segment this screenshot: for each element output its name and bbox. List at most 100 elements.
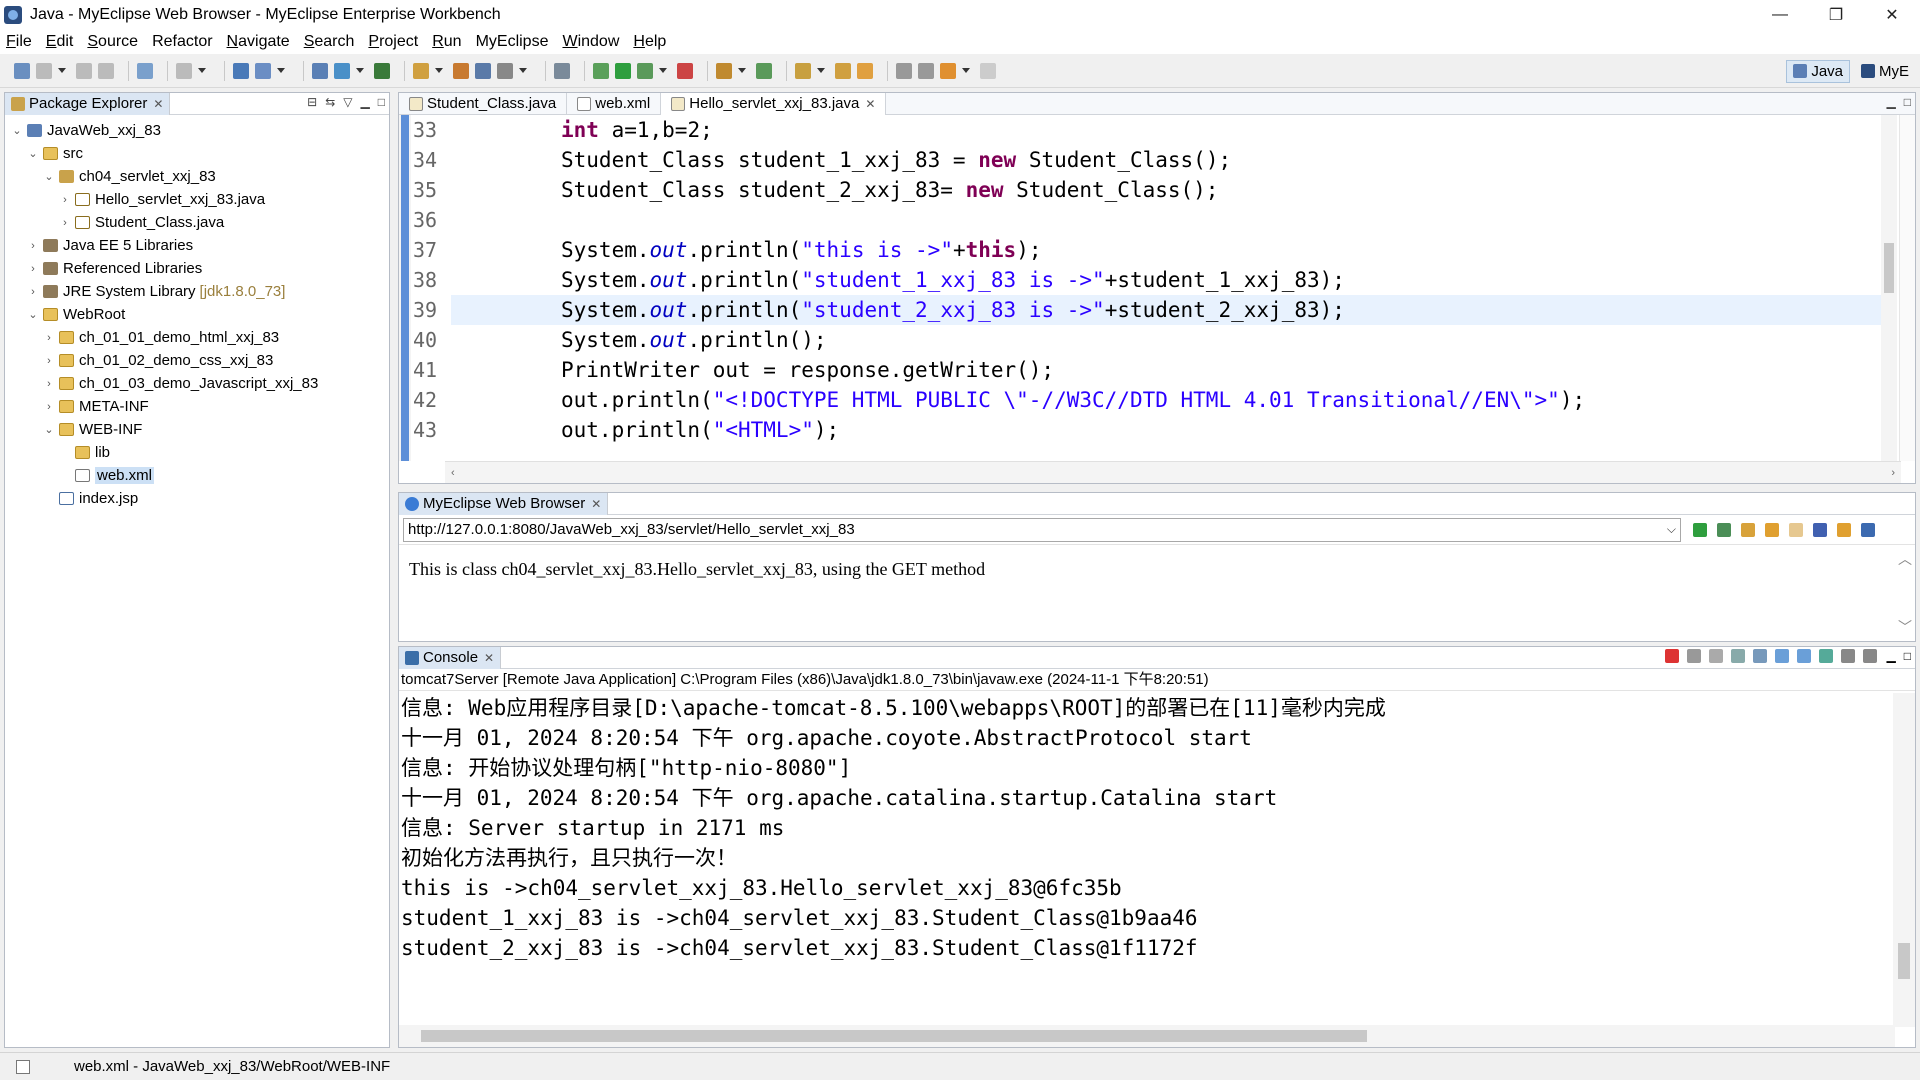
menu-source[interactable]: Source <box>87 33 138 51</box>
console-hscroll-thumb[interactable] <box>421 1030 1367 1042</box>
collapsed-chevron-icon[interactable]: › <box>59 194 71 206</box>
toolbar-tool-37-icon[interactable] <box>940 62 956 79</box>
tree-item[interactable]: ⌄ JavaWeb_xxj_83 <box>5 119 389 142</box>
menu-project[interactable]: Project <box>368 33 418 51</box>
console-tab[interactable]: Console ✕ <box>399 646 502 669</box>
editor-horizontal-scrollbar[interactable]: ‹ › <box>445 461 1901 483</box>
minimize-console-icon[interactable]: ▁ <box>1887 649 1896 663</box>
toolbar-tool-2-icon[interactable] <box>76 62 92 79</box>
view-menu-icon[interactable]: ▽ <box>343 95 352 109</box>
maximize-editor-icon[interactable]: □ <box>1904 95 1911 109</box>
tree-item[interactable]: › Referenced Libraries <box>5 257 389 280</box>
toolbar-tool-24-icon[interactable] <box>615 62 631 79</box>
menu-refactor[interactable]: Refactor <box>152 33 212 51</box>
terminate-icon[interactable] <box>1664 649 1679 663</box>
show-stderr-icon[interactable] <box>1796 649 1811 663</box>
code-line[interactable]: out.println("<!DOCTYPE HTML PUBLIC \"-//… <box>451 385 1891 415</box>
minimize-button[interactable]: — <box>1752 0 1808 30</box>
back-icon[interactable] <box>1765 522 1779 537</box>
tree-item[interactable]: › ch_01_02_demo_css_xxj_83 <box>5 349 389 372</box>
toolbar-tool-25-icon[interactable] <box>637 62 653 79</box>
toolbar-tool-19-icon[interactable] <box>497 62 513 79</box>
collapsed-chevron-icon[interactable]: › <box>59 217 71 229</box>
toolbar-tool-9-icon[interactable] <box>233 62 249 79</box>
toolbar-tool-5-icon[interactable] <box>137 62 153 79</box>
code-line[interactable] <box>451 205 1891 235</box>
tree-item[interactable]: › META-INF <box>5 395 389 418</box>
tree-item[interactable]: › ch_01_01_demo_html_xxj_83 <box>5 326 389 349</box>
favorites-icon[interactable] <box>1741 522 1755 537</box>
menu-edit[interactable]: Edit <box>46 33 74 51</box>
console-vertical-scrollbar[interactable] <box>1893 693 1915 1027</box>
toolbar-tool-29-icon[interactable] <box>756 62 772 79</box>
toolbar-tool-17-icon[interactable] <box>453 62 469 79</box>
tree-item[interactable]: lib <box>5 441 389 464</box>
console-horizontal-scrollbar[interactable] <box>399 1025 1895 1047</box>
expanded-chevron-icon[interactable]: ⌄ <box>11 124 23 137</box>
chevron-down-icon[interactable]: ⌵ <box>1667 522 1676 537</box>
tree-item[interactable]: web.xml <box>5 464 389 487</box>
maximize-console-icon[interactable]: □ <box>1904 649 1911 663</box>
toolbar-tool-13-icon[interactable] <box>334 62 350 79</box>
toolbar-tool-32-icon[interactable] <box>835 62 851 79</box>
dropdown-arrow-icon[interactable] <box>962 68 970 73</box>
remove-all-icon[interactable] <box>1708 649 1723 663</box>
tree-item[interactable]: ⌄ src <box>5 142 389 165</box>
link-editor-icon[interactable]: ⇆ <box>325 95 335 109</box>
open-console-icon[interactable] <box>1862 649 1877 663</box>
dropdown-arrow-icon[interactable] <box>198 68 206 73</box>
menu-help[interactable]: Help <box>633 33 666 51</box>
tree-item[interactable]: › ch_01_03_demo_Javascript_xxj_83 <box>5 372 389 395</box>
toolbar-tool-26-icon[interactable] <box>677 62 693 79</box>
browser-vertical-scrollbar[interactable]: ︿ ﹀ <box>1895 545 1915 641</box>
code-line[interactable]: Student_Class student_1_xxj_83 = new Stu… <box>451 145 1891 175</box>
expanded-chevron-icon[interactable]: ⌄ <box>27 147 39 160</box>
tree-item[interactable]: › Student_Class.java <box>5 211 389 234</box>
show-stdout-icon[interactable] <box>1774 649 1789 663</box>
close-window-button[interactable]: ✕ <box>1864 0 1920 30</box>
toolbar-tool-36-icon[interactable] <box>918 62 934 79</box>
code-line[interactable]: System.out.println("student_1_xxj_83 is … <box>451 265 1891 295</box>
tree-item[interactable]: ⌄ ch04_servlet_xxj_83 <box>5 165 389 188</box>
console-output[interactable]: 信息: Web应用程序目录[D:\apache-tomcat-8.5.100\w… <box>401 693 1881 963</box>
url-input[interactable]: http://127.0.0.1:8080/JavaWeb_xxj_83/ser… <box>403 517 1681 542</box>
display-console-icon[interactable] <box>1840 649 1855 663</box>
scroll-left-icon[interactable]: ‹ <box>451 467 455 479</box>
menu-window[interactable]: Window <box>562 33 619 51</box>
perspective-myeclipse[interactable]: MyE <box>1854 60 1916 83</box>
dropdown-arrow-icon[interactable] <box>738 68 746 73</box>
toolbar-tool-18-icon[interactable] <box>475 62 491 79</box>
editor-tab[interactable]: Student_Class.java <box>399 92 568 115</box>
toolbar-tool-33-icon[interactable] <box>857 62 873 79</box>
toolbar-tool-10-icon[interactable] <box>255 62 271 79</box>
code-line[interactable]: PrintWriter out = response.getWriter(); <box>451 355 1891 385</box>
editor-tab[interactable]: Hello_servlet_xxj_83.java ✕ <box>661 92 887 115</box>
toolbar-tool-31-icon[interactable] <box>795 62 811 79</box>
open-external-icon[interactable] <box>1861 522 1875 537</box>
editor-vertical-scrollbar[interactable] <box>1881 115 1897 461</box>
stop-icon[interactable] <box>1813 522 1827 537</box>
menu-search[interactable]: Search <box>304 33 355 51</box>
close-icon[interactable]: ✕ <box>484 651 494 665</box>
code-lines[interactable]: int a=1,b=2; Student_Class student_1_xxj_… <box>451 115 1891 445</box>
tree-item[interactable]: › Hello_servlet_xxj_83.java <box>5 188 389 211</box>
go-icon[interactable] <box>1693 522 1707 537</box>
dropdown-arrow-icon[interactable] <box>356 68 364 73</box>
tree-item[interactable]: › JRE System Library [jdk1.8.0_73] <box>5 280 389 303</box>
menu-myeclipse[interactable]: MyEclipse <box>476 33 549 51</box>
maximize-view-icon[interactable]: □ <box>378 95 385 109</box>
toolbar-tool-38-icon[interactable] <box>980 62 996 79</box>
forward-icon[interactable] <box>1789 522 1803 537</box>
close-icon[interactable]: ✕ <box>153 97 163 111</box>
menu-run[interactable]: Run <box>432 33 461 51</box>
dropdown-arrow-icon[interactable] <box>817 68 825 73</box>
expanded-chevron-icon[interactable]: ⌄ <box>27 308 39 321</box>
toolbar-tool-12-icon[interactable] <box>312 62 328 79</box>
menu-file[interactable]: File <box>6 33 32 51</box>
perspective-java[interactable]: Java <box>1786 59 1850 83</box>
scroll-up-icon[interactable]: ︿ <box>1898 549 1912 569</box>
dropdown-arrow-icon[interactable] <box>277 68 285 73</box>
tree-item[interactable]: ⌄ WebRoot <box>5 303 389 326</box>
minimize-view-icon[interactable]: ▁ <box>361 95 370 109</box>
toolbar-tool-16-icon[interactable] <box>413 62 429 79</box>
